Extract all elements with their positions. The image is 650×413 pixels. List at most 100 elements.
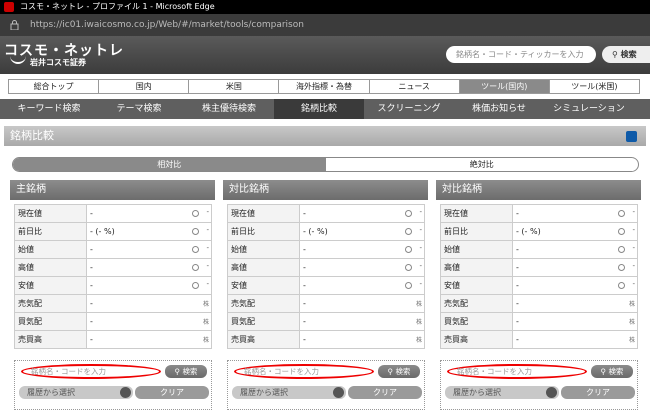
- quote-label: 現在値: [227, 204, 300, 223]
- stock-code-input[interactable]: 銘柄名・コードを入力: [21, 364, 161, 379]
- quote-cell: -株: [512, 312, 638, 331]
- quote-value: -: [303, 317, 306, 326]
- compare-mode-toggle: 相対比 絶対比: [12, 157, 639, 172]
- gnav-fx[interactable]: 海外指標・為替: [279, 80, 370, 93]
- gnav-news[interactable]: ニュース: [369, 80, 460, 93]
- snav-compare[interactable]: 銘柄比較: [274, 99, 364, 119]
- history-select[interactable]: 履歴から選択: [445, 386, 559, 399]
- stock-search-button[interactable]: ⚲ 検索: [591, 365, 633, 378]
- refresh-icon[interactable]: [626, 131, 637, 142]
- chevron-down-icon: [333, 387, 344, 398]
- panel-title: 主銘柄: [10, 180, 215, 200]
- quote-row: 売気配 - 株: [440, 294, 638, 313]
- clock-icon: [618, 264, 625, 271]
- quote-row: 始値 - -: [440, 240, 638, 259]
- browser-titlebar: コスモ・ネットレ - プロファイル 1 - Microsoft Edge: [0, 0, 650, 14]
- unit-label: 株: [202, 337, 209, 344]
- quote-row: 買気配 - 株: [14, 312, 212, 331]
- history-select[interactable]: 履歴から選択: [19, 386, 133, 399]
- gnav-top[interactable]: 総合トップ: [9, 80, 100, 93]
- quote-cell: --: [512, 204, 638, 223]
- quote-cell: --: [86, 258, 212, 277]
- quote-label: 売気配: [227, 294, 300, 313]
- quote-value: -: [303, 209, 306, 218]
- quote-label: 買気配: [227, 312, 300, 331]
- quote-row: 売気配 - 株: [14, 294, 212, 313]
- quote-value: -: [516, 335, 519, 344]
- time-value: -: [419, 226, 422, 234]
- quote-value: -: [516, 263, 519, 272]
- time-value: -: [206, 226, 209, 234]
- quote-value: -: [90, 281, 93, 290]
- time-value: -: [632, 280, 635, 288]
- snav-screening[interactable]: スクリーニング: [364, 99, 454, 119]
- quote-label: 売気配: [14, 294, 87, 313]
- clear-button[interactable]: クリア: [348, 386, 422, 399]
- search-label: 検索: [182, 367, 198, 376]
- stock-code-input[interactable]: 銘柄名・コードを入力: [234, 364, 374, 379]
- gnav-domestic[interactable]: 国内: [99, 80, 190, 93]
- time-value: -: [206, 244, 209, 252]
- history-label: 履歴から選択: [240, 388, 288, 397]
- quote-row: 高値 - -: [227, 258, 425, 277]
- quote-cell: -株: [512, 294, 638, 313]
- quote-value: -: [90, 209, 93, 218]
- gnav-us[interactable]: 米国: [189, 80, 280, 93]
- quote-cell: --: [86, 204, 212, 223]
- quote-label: 売気配: [440, 294, 513, 313]
- clock-icon: [618, 210, 625, 217]
- quote-cell: -株: [86, 294, 212, 313]
- quote-label: 前日比: [440, 222, 513, 241]
- toggle-relative[interactable]: 相対比: [13, 158, 326, 171]
- quote-label: 現在値: [14, 204, 87, 223]
- quote-row: 前日比 - (- %) -: [227, 222, 425, 241]
- stock-search-button[interactable]: ⚲ 検索: [378, 365, 420, 378]
- clock-icon: [192, 246, 199, 253]
- clear-button[interactable]: クリア: [135, 386, 209, 399]
- stock-input-area: 銘柄名・コードを入力 ⚲ 検索 履歴から選択 クリア: [227, 360, 425, 410]
- logo-subtitle: 岩井コスモ証券: [30, 58, 86, 67]
- clear-button[interactable]: クリア: [561, 386, 635, 399]
- quote-row: 現在値 - -: [227, 204, 425, 223]
- stock-code-input[interactable]: 銘柄名・コードを入力: [447, 364, 587, 379]
- quote-cell: -株: [512, 330, 638, 349]
- global-search-input[interactable]: 銘柄名・コード・ティッカーを入力: [446, 46, 596, 63]
- unit-label: 株: [415, 337, 422, 344]
- quote-cell: -株: [299, 294, 425, 313]
- history-select[interactable]: 履歴から選択: [232, 386, 346, 399]
- address-bar[interactable]: https://ic01.iwaicosmo.co.jp/Web/#/marke…: [0, 14, 650, 36]
- quote-value: - (- %): [90, 227, 115, 236]
- quote-row: 始値 - -: [227, 240, 425, 259]
- quote-label: 始値: [14, 240, 87, 259]
- snav-yutai[interactable]: 株主優待検索: [184, 99, 274, 119]
- stock-panel: 対比銘柄 現在値 - - 前日比 - (- %) - 始値 - - 高値 - - 安値 - - 売気配 - 株買気…: [436, 180, 641, 413]
- quote-label: 始値: [227, 240, 300, 259]
- quote-value: -: [303, 281, 306, 290]
- snav-keyword[interactable]: キーワード検索: [4, 99, 94, 119]
- snav-theme[interactable]: テーマ検索: [94, 99, 184, 119]
- quote-label: 売買高: [440, 330, 513, 349]
- quote-label: 前日比: [14, 222, 87, 241]
- time-value: -: [632, 244, 635, 252]
- quote-row: 高値 - -: [14, 258, 212, 277]
- history-label: 履歴から選択: [27, 388, 75, 397]
- quote-cell: --: [512, 240, 638, 259]
- quote-row: 前日比 - (- %) -: [440, 222, 638, 241]
- quote-value: -: [90, 245, 93, 254]
- gnav-tools-domestic[interactable]: ツール(国内): [459, 80, 550, 93]
- search-label: 検索: [608, 367, 624, 376]
- clock-icon: [618, 228, 625, 235]
- quote-cell: - (- %) -: [299, 222, 425, 241]
- global-search-button[interactable]: ⚲ 検索: [602, 46, 650, 63]
- quote-cell: --: [299, 258, 425, 277]
- snav-alert[interactable]: 株価お知らせ: [454, 99, 544, 119]
- quote-table: 現在値 - - 前日比 - (- %) - 始値 - - 高値 - - 安値 - - 売気配 - 株買気配 - 株売買…: [440, 204, 638, 349]
- stock-search-button[interactable]: ⚲ 検索: [165, 365, 207, 378]
- toggle-absolute[interactable]: 絶対比: [326, 158, 639, 171]
- quote-row: 売気配 - 株: [227, 294, 425, 313]
- gnav-tools-us[interactable]: ツール(米国): [549, 80, 639, 93]
- clock-icon: [192, 210, 199, 217]
- snav-simulation[interactable]: シミュレーション: [544, 99, 634, 119]
- quote-cell: --: [299, 276, 425, 295]
- quote-value: -: [516, 209, 519, 218]
